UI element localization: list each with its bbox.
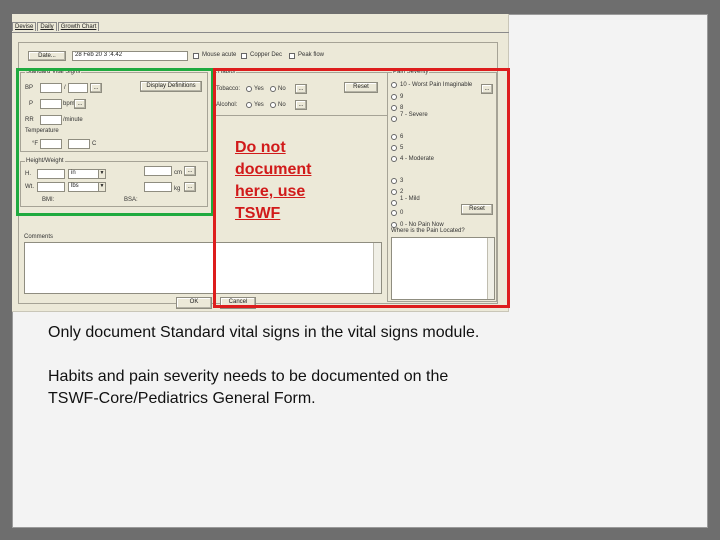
warning-text: Do not document here, use TSWF [235,139,312,222]
instruction-line-2a: Habits and pain severity needs to be doc… [48,368,449,385]
copper-dec-checkbox[interactable] [241,53,247,59]
date-field[interactable]: 28 Feb 20 3 :4.42 [72,51,188,61]
mouse-acute-label: Mouse acute [202,52,237,58]
instruction-line-2b: TSWF-Core/Pediatrics General Form. [48,390,316,407]
mouse-acute-checkbox[interactable] [193,53,199,59]
copper-dec-label: Copper Dec [250,52,283,58]
tab-growth-chart[interactable]: Growth Chart [57,22,100,31]
comments-label: Comments [24,234,54,240]
peak-flow-label: Peak flow [298,52,325,58]
green-highlight-box [16,68,214,216]
peak-flow-checkbox[interactable] [289,53,295,59]
date-button[interactable]: Date... [28,51,66,61]
ok-button[interactable]: OK [176,297,212,309]
tab-strip: Devise Daily Growth Chart [12,22,100,31]
tab-devise[interactable]: Devise [12,22,37,31]
instruction-line-1: Only document Standard vital signs in th… [48,324,480,341]
tab-divider [12,32,509,33]
tab-daily[interactable]: Daily [37,22,57,31]
